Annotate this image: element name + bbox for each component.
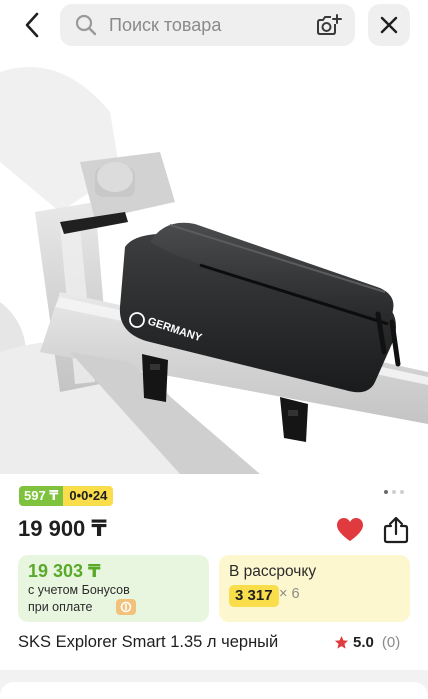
- gallery-pagination: [384, 490, 404, 494]
- back-button[interactable]: [12, 6, 52, 44]
- pagination-dot: [392, 490, 396, 494]
- bonus-caption-line2: при оплате: [28, 600, 93, 614]
- search-icon: [75, 14, 97, 36]
- product-rating[interactable]: 5.0 (0): [334, 634, 400, 651]
- installment-badge: 0•0•24: [63, 486, 114, 506]
- bonus-badge: 597 ₸: [19, 486, 64, 506]
- heart-icon[interactable]: [336, 517, 364, 543]
- bonus-caption-line1: с учетом Бонусов: [28, 583, 130, 597]
- close-icon: [380, 16, 398, 34]
- product-price: 19 900 ₸: [18, 516, 107, 541]
- product-title: SKS Explorer Smart 1.35 л черный: [18, 633, 279, 651]
- share-icon[interactable]: [383, 516, 409, 544]
- bonus-price-card[interactable]: 19 303 ₸ с учетом Бонусов при оплате: [18, 555, 209, 622]
- search-bar[interactable]: Поиск товара: [60, 4, 355, 46]
- installment-multiplier: × 6: [279, 586, 300, 602]
- pagination-dot: [400, 490, 404, 494]
- pagination-dot-active: [384, 490, 388, 494]
- product-image[interactable]: GERMANY: [0, 52, 428, 474]
- top-bar: Поиск товара: [0, 0, 428, 50]
- search-input[interactable]: Поиск товара: [109, 15, 221, 36]
- promo-badges: 597 ₸ 0•0•24: [19, 486, 114, 506]
- chevron-left-icon: [25, 12, 39, 38]
- bike-frame-bag-image: GERMANY: [0, 67, 428, 474]
- installment-title: В рассрочку: [229, 563, 317, 580]
- star-icon: [334, 635, 349, 649]
- installment-amount: 3 317: [229, 585, 279, 607]
- close-button[interactable]: [368, 4, 410, 46]
- bonus-price: 19 303 ₸: [28, 561, 101, 581]
- next-section-card: [0, 682, 428, 699]
- installment-card[interactable]: В рассрочку 3 317 × 6: [219, 555, 410, 622]
- review-count: (0): [381, 634, 401, 651]
- camera-plus-icon[interactable]: [315, 13, 343, 37]
- wallet-icon: [116, 599, 136, 615]
- rating-value: 5.0: [353, 634, 374, 651]
